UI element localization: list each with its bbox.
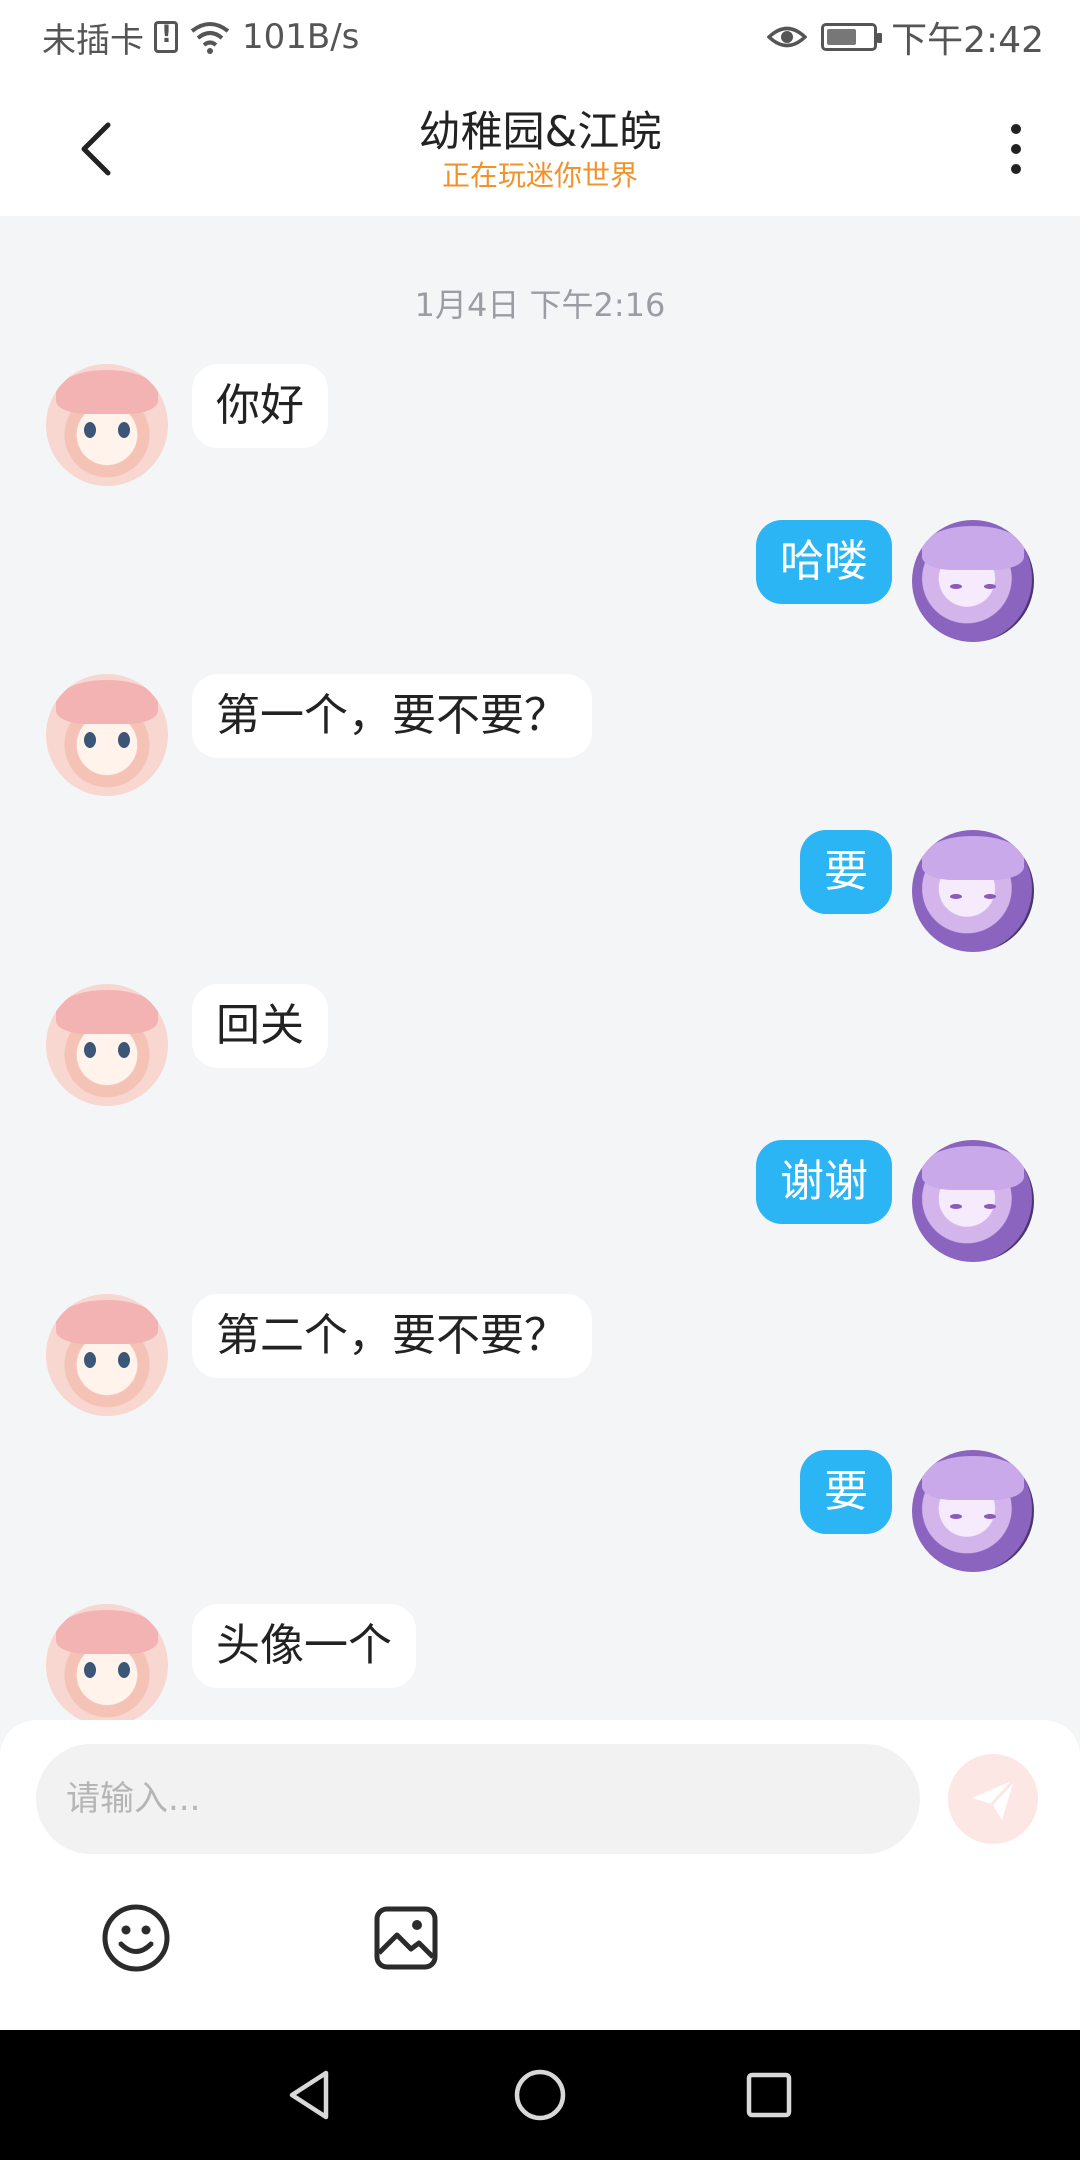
- my-avatar[interactable]: [912, 1450, 1034, 1572]
- contact-avatar[interactable]: [46, 674, 168, 796]
- avatar-eye: [984, 584, 996, 589]
- message-bubble-received[interactable]: 第一个，要不要？: [192, 674, 592, 758]
- avatar-eye: [984, 894, 996, 899]
- avatar-eye: [950, 894, 962, 899]
- avatar-eye: [84, 732, 96, 748]
- contact-avatar[interactable]: [46, 1294, 168, 1416]
- message-row: 哈喽: [0, 520, 1080, 644]
- carrier-text: 未插卡: [42, 20, 144, 61]
- send-icon: [972, 1778, 1016, 1820]
- message-row: 第一个，要不要？: [0, 674, 1080, 798]
- message-row: 你好: [0, 364, 1080, 488]
- status-bar: 未插卡 101B/s 下午2:42: [0, 0, 1080, 74]
- battery-icon: [821, 23, 883, 51]
- avatar-eye: [950, 1204, 962, 1209]
- message-bubble-sent[interactable]: 哈喽: [756, 520, 892, 604]
- more-vertical-icon: [1011, 124, 1021, 134]
- sim-alert-icon: [154, 20, 178, 53]
- message-input[interactable]: [36, 1744, 920, 1854]
- contact-avatar[interactable]: [46, 1604, 168, 1720]
- message-bubble-received[interactable]: 回关: [192, 984, 328, 1068]
- contact-avatar[interactable]: [46, 364, 168, 486]
- avatar-eye: [950, 1514, 962, 1519]
- avatar-eye: [118, 422, 130, 438]
- avatar-eye: [118, 1042, 130, 1058]
- image-button[interactable]: [368, 1900, 444, 1976]
- avatar-hair: [56, 680, 158, 724]
- message-row: 谢谢: [0, 1140, 1080, 1264]
- avatar-hair: [922, 836, 1024, 880]
- avatar-hair: [56, 990, 158, 1034]
- emoji-icon: [102, 1904, 170, 1972]
- avatar-eye: [118, 1662, 130, 1678]
- avatar-eye: [84, 1352, 96, 1368]
- nav-back-button[interactable]: [274, 2060, 344, 2130]
- eye-comfort-icon: [767, 26, 808, 48]
- avatar-hair: [56, 370, 158, 414]
- emoji-button[interactable]: [98, 1900, 174, 1976]
- avatar-eye: [118, 1352, 130, 1368]
- message-bubble-sent[interactable]: 要: [800, 830, 892, 914]
- message-row: 头像一个: [0, 1604, 1080, 1720]
- my-avatar[interactable]: [912, 1140, 1034, 1262]
- status-time: 下午2:42: [891, 20, 1044, 61]
- message-row: 要: [0, 830, 1080, 954]
- avatar-eye: [984, 1204, 996, 1209]
- battery-level: [827, 29, 856, 45]
- nav-recents-icon: [746, 2072, 792, 2118]
- system-nav-bar: [0, 2030, 1080, 2160]
- avatar-hair: [922, 1146, 1024, 1190]
- avatar-hair: [922, 1456, 1024, 1500]
- avatar-eye: [84, 1042, 96, 1058]
- avatar-eye: [84, 422, 96, 438]
- my-avatar[interactable]: [912, 830, 1034, 952]
- nav-back-icon: [289, 2070, 329, 2120]
- message-bubble-received[interactable]: 你好: [192, 364, 328, 448]
- wifi-icon: [190, 22, 230, 54]
- more-options-button[interactable]: [996, 114, 1036, 184]
- message-row: 要: [0, 1450, 1080, 1574]
- avatar-hair: [922, 526, 1024, 570]
- status-left: 未插卡 101B/s: [42, 14, 360, 61]
- chat-title: 幼稚园&江皖: [418, 107, 662, 156]
- network-speed: 101B/s: [242, 17, 360, 57]
- more-dot: [1011, 164, 1021, 174]
- nav-recents-button[interactable]: [734, 2060, 804, 2130]
- contact-avatar[interactable]: [46, 984, 168, 1106]
- image-icon: [374, 1906, 438, 1970]
- avatar-eye: [84, 1662, 96, 1678]
- message-row: 回关: [0, 984, 1080, 1108]
- message-timestamp: 1月4日 下午2:16: [414, 286, 666, 324]
- message-bubble-sent[interactable]: 要: [800, 1450, 892, 1534]
- message-list[interactable]: 1月4日 下午2:16 你好 哈喽 第一个，要不要？ 要 回关 谢谢 第二个，要…: [0, 216, 1080, 1720]
- avatar-eye: [118, 732, 130, 748]
- message-bubble-received[interactable]: 第二个，要不要？: [192, 1294, 592, 1378]
- message-bubble-received[interactable]: 头像一个: [192, 1604, 416, 1688]
- message-row: 第二个，要不要？: [0, 1294, 1080, 1418]
- chat-subtitle: 正在玩迷你世界: [441, 159, 638, 192]
- nav-home-icon: [514, 2069, 566, 2121]
- avatar-eye: [984, 1514, 996, 1519]
- avatar-eye: [950, 584, 962, 589]
- my-avatar[interactable]: [912, 520, 1034, 642]
- message-bubble-sent[interactable]: 谢谢: [756, 1140, 892, 1224]
- chat-header: 幼稚园&江皖 正在玩迷你世界: [0, 74, 1080, 216]
- avatar-hair: [56, 1610, 158, 1654]
- more-dot: [1011, 144, 1021, 154]
- input-panel: [0, 1720, 1080, 2030]
- send-button[interactable]: [948, 1754, 1038, 1844]
- status-right: 下午2:42: [767, 14, 1044, 61]
- nav-home-button[interactable]: [505, 2060, 575, 2130]
- avatar-hair: [56, 1300, 158, 1344]
